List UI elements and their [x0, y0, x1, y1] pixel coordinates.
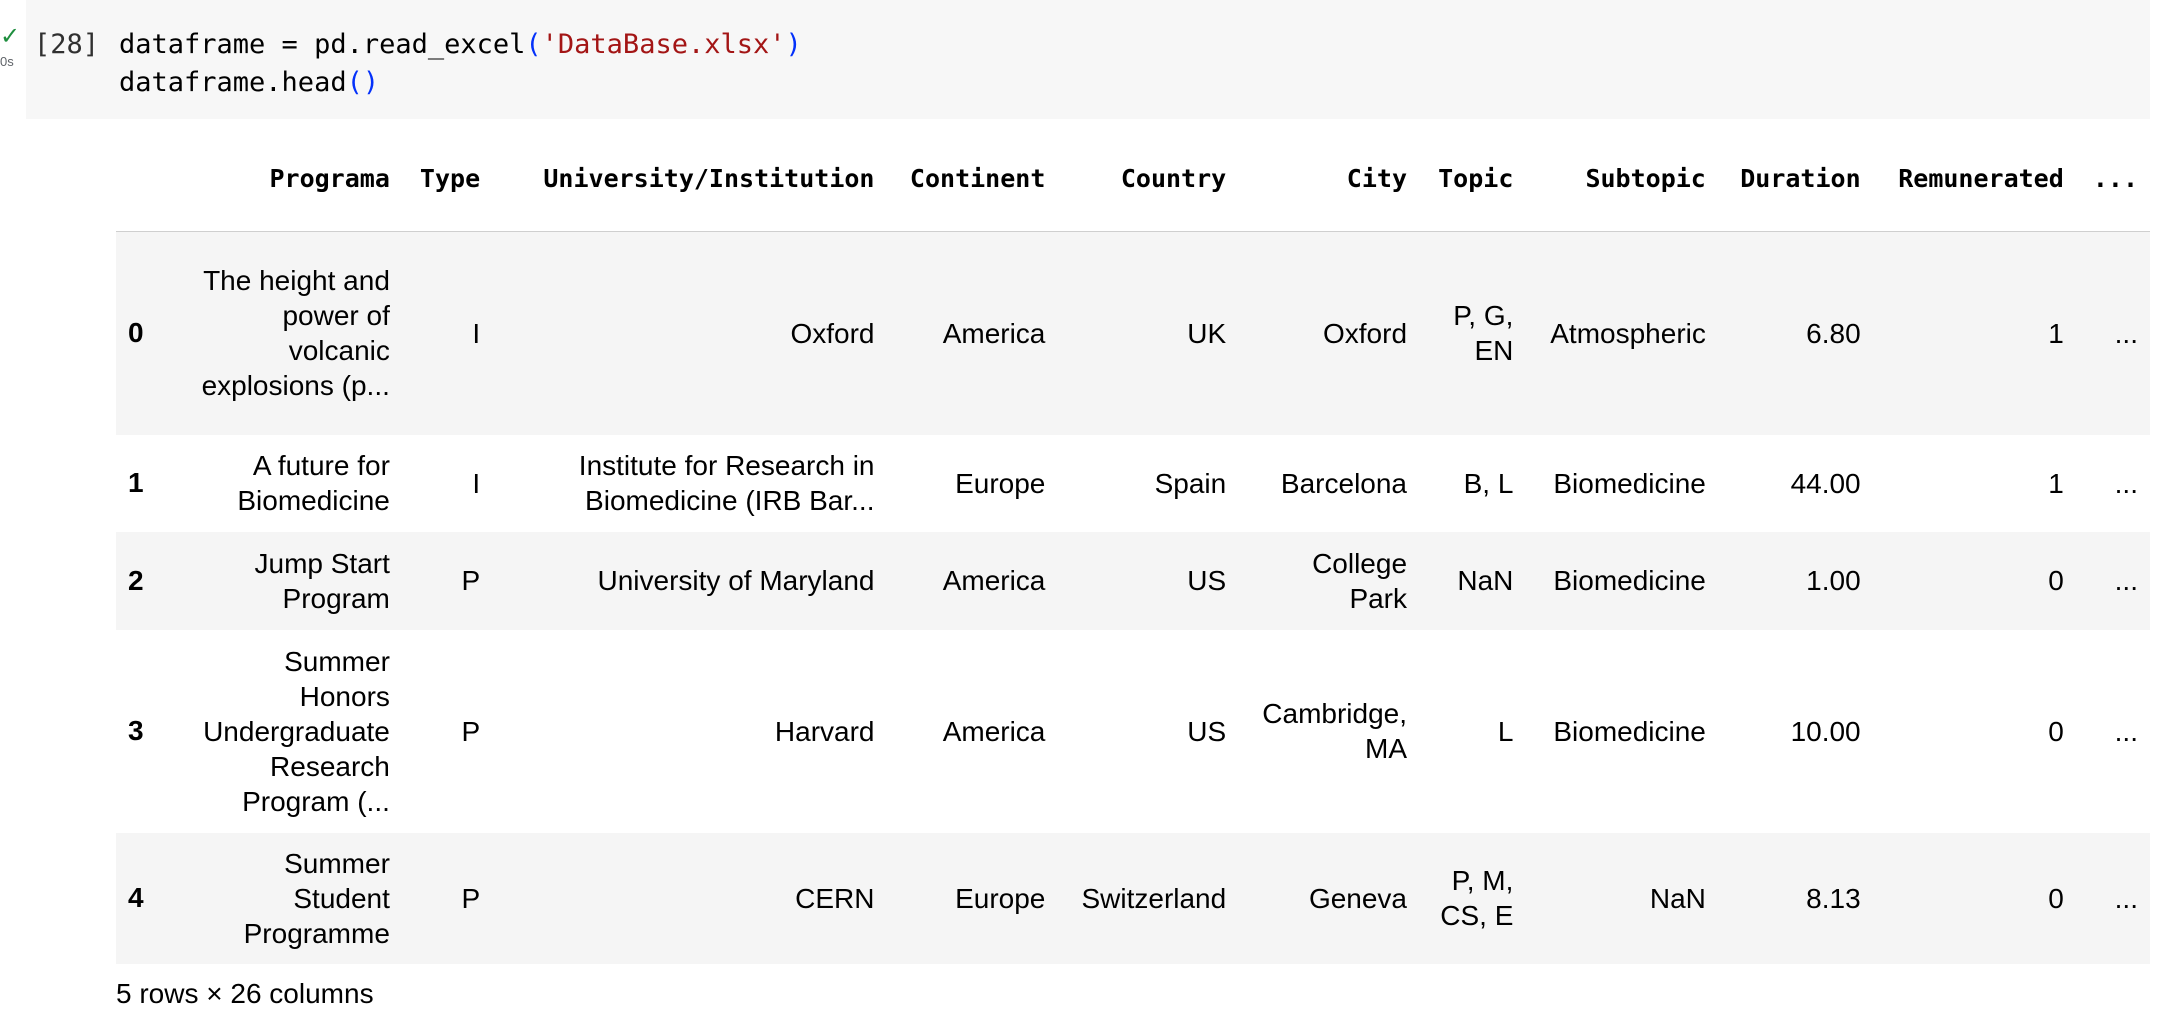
table-cell: P, M, CS, E — [1440, 865, 1514, 931]
row-index: 0 — [128, 317, 144, 349]
table-cell: The height and power of volcanic explosi… — [201, 265, 390, 402]
column-header: Continent — [886, 125, 1058, 232]
table-cell: CERN — [795, 882, 875, 914]
table-header-row: Programa Type University/Institution Con… — [116, 125, 2150, 232]
table-cell: Cambridge, MA — [1262, 698, 1408, 764]
table-row: 3 Summer Honors Undergraduate Research P… — [116, 629, 2150, 833]
table-cell: Barcelona — [1280, 467, 1408, 499]
table-cell: 6.80 — [1806, 317, 1861, 349]
column-header-ellipsis: ... — [2075, 125, 2150, 232]
table-cell: I — [472, 317, 481, 349]
table-cell: 1 — [2048, 467, 2064, 499]
table-cell: UK — [1187, 317, 1227, 349]
index-header — [116, 125, 176, 232]
table-cell: Oxford — [790, 317, 875, 349]
column-header: Duration — [1717, 125, 1873, 232]
column-header: Subtopic — [1525, 125, 1718, 232]
table-cell: Institute for Research in Biomedicine (I… — [578, 450, 875, 516]
table-cell: Oxford — [1322, 317, 1408, 349]
table-cell: P — [461, 882, 481, 914]
table-row: 1 A future for Biomedicine I Institute f… — [116, 434, 2150, 532]
table-cell: 1 — [2048, 317, 2064, 349]
table-cell: NaN — [1649, 882, 1706, 914]
table-cell: Europe — [955, 467, 1046, 499]
table-row: 2 Jump Start Program P University of Mar… — [116, 531, 2150, 630]
table-cell: Harvard — [774, 715, 875, 747]
table-cell: B, L — [1463, 467, 1514, 499]
table-cell: America — [942, 565, 1046, 596]
table-cell: 0 — [2048, 715, 2064, 747]
table-cell: A future for Biomedicine — [237, 450, 390, 516]
table-cell: Summer Student Programme — [243, 847, 390, 949]
table-cell: ... — [2114, 317, 2138, 349]
code-cell[interactable]: [28] dataframe = pd.read_excel('DataBase… — [26, 0, 2150, 119]
table-cell: College Park — [1312, 547, 1408, 614]
table-cell: US — [1187, 715, 1227, 747]
row-index: 2 — [128, 564, 144, 596]
table-row: 0 The height and power of volcanic explo… — [116, 231, 2150, 435]
column-header: Country — [1057, 125, 1239, 232]
table-cell: L — [1497, 715, 1514, 747]
table-cell: Europe — [955, 882, 1046, 914]
dataframe-table: Programa Type University/Institution Con… — [116, 125, 2150, 964]
table-cell: P, G, EN — [1453, 300, 1514, 367]
column-header: Type — [401, 125, 493, 232]
table-cell: Spain — [1154, 467, 1227, 499]
table-cell: University of Maryland — [597, 565, 875, 596]
column-header: City — [1238, 125, 1420, 232]
dataframe-shape-summary: 5 rows × 26 columns — [116, 978, 374, 1009]
table-cell: 1.00 — [1806, 565, 1861, 596]
row-index: 1 — [128, 467, 144, 498]
table-cell: America — [942, 715, 1046, 747]
table-cell: ... — [2114, 715, 2138, 747]
row-index: 3 — [128, 715, 144, 746]
table-cell: ... — [2114, 882, 2138, 914]
table-cell: P — [461, 565, 481, 596]
table-cell: Atmospheric — [1550, 317, 1706, 349]
table-cell: P — [461, 715, 481, 747]
table-cell: US — [1187, 565, 1227, 596]
table-cell: Summer Honors Undergraduate Research Pro… — [203, 645, 390, 817]
table-row: 4 Summer Student Programme P CERN Europe… — [116, 832, 2150, 964]
table-cell: 0 — [2048, 882, 2064, 914]
execution-count: [28] — [34, 29, 100, 60]
table-cell: 0 — [2048, 565, 2064, 596]
table-cell: 44.00 — [1790, 467, 1861, 499]
table-cell: NaN — [1457, 565, 1514, 596]
column-header: Remunerated — [1872, 125, 2076, 232]
code-line-2: dataframe.head() — [119, 67, 380, 98]
table-cell: ... — [2114, 467, 2138, 499]
column-header: University/Institution — [492, 125, 887, 232]
table-cell: Jump Start Program — [254, 547, 390, 614]
table-cell: America — [942, 317, 1046, 349]
cell-output: Programa Type University/Institution Con… — [116, 125, 2150, 964]
row-index: 4 — [128, 882, 144, 913]
code-editor[interactable]: dataframe = pd.read_excel('DataBase.xlsx… — [119, 26, 802, 102]
table-cell: Biomedicine — [1553, 565, 1706, 596]
table-cell: I — [472, 467, 481, 499]
table-cell: 8.13 — [1806, 882, 1861, 914]
code-line-1: dataframe = pd.read_excel('DataBase.xlsx… — [119, 29, 802, 60]
cell-gutter: ✓ 0s — [0, 0, 26, 90]
check-icon: ✓ — [0, 22, 21, 50]
table-cell: Biomedicine — [1553, 467, 1706, 499]
table-cell: Geneva — [1308, 882, 1408, 914]
table-cell: 10.00 — [1790, 715, 1861, 747]
table-cell: Biomedicine — [1553, 715, 1706, 747]
table-cell: Switzerland — [1081, 882, 1227, 914]
column-header: Programa — [176, 125, 402, 232]
execution-time: 0s — [0, 54, 14, 69]
table-cell: ... — [2114, 565, 2138, 596]
column-header: Topic — [1419, 125, 1526, 232]
